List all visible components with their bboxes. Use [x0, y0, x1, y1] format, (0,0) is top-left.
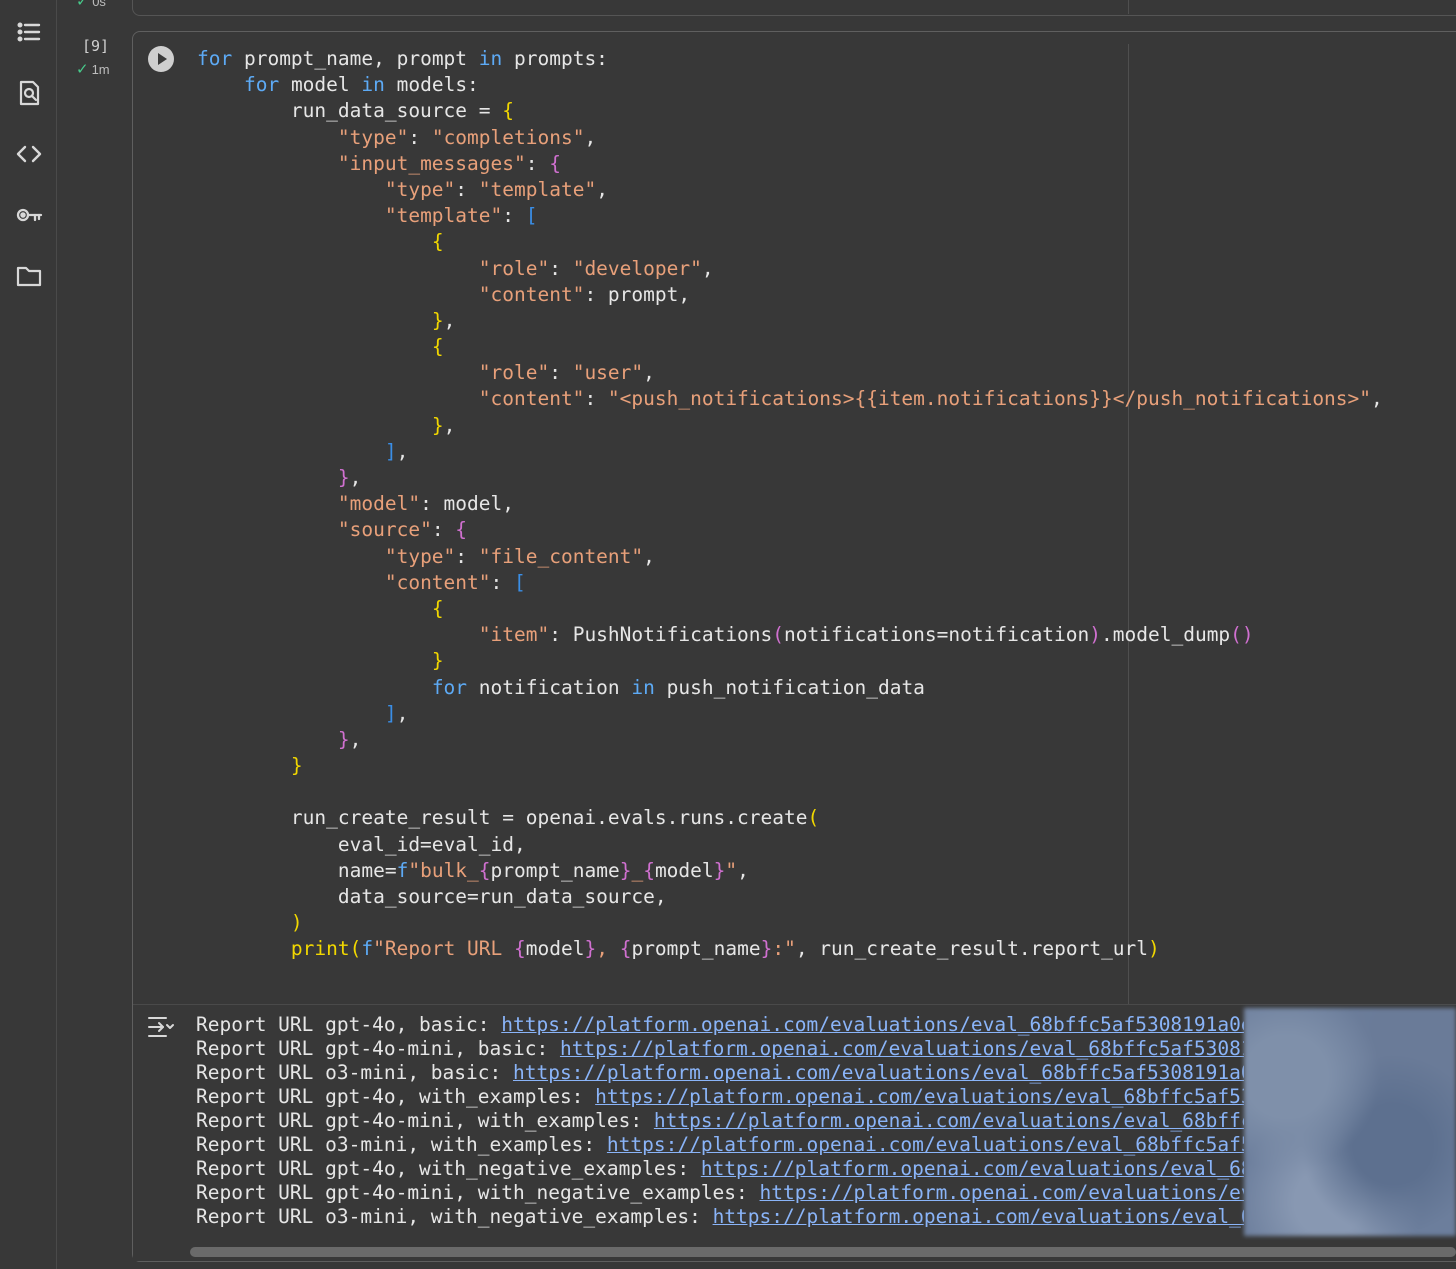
- output-prefix: Report URL gpt-4o, with_examples:: [196, 1085, 596, 1108]
- report-url-link[interactable]: https://platform.openai.com/evaluations/…: [654, 1109, 1244, 1132]
- code-line: "type": "completions",: [337, 125, 597, 149]
- code-line: },: [431, 413, 456, 437]
- output-prefix: Report URL gpt-4o-mini, with_negative_ex…: [196, 1181, 760, 1204]
- report-url-link[interactable]: https://platform.openai.com/evaluations/…: [701, 1157, 1244, 1180]
- code-line: data_source=run_data_source,: [197, 885, 667, 908]
- report-url-link[interactable]: https://platform.openai.com/evaluations/…: [760, 1181, 1244, 1204]
- report-url-link[interactable]: https://platform.openai.com/evaluations/…: [607, 1133, 1244, 1156]
- previous-code-cell[interactable]: [132, 0, 1456, 16]
- code-line: ): [290, 911, 303, 935]
- report-url-link[interactable]: https://platform.openai.com/evaluations/…: [560, 1037, 1244, 1060]
- horizontal-scrollbar[interactable]: [190, 1247, 1456, 1257]
- output-line: Report URL o3-mini, with_negative_exampl…: [196, 1205, 1244, 1229]
- output-line: Report URL gpt-4o-mini, basic: https://p…: [196, 1037, 1244, 1061]
- code-line: }: [290, 754, 303, 778]
- code-line: "content": [: [384, 570, 526, 594]
- execution-time: ✓ 1m: [76, 60, 110, 78]
- code-line: for prompt_name, prompt in prompts:: [197, 47, 608, 70]
- code-line: "model": model,: [337, 492, 514, 516]
- code-line: "role": "developer",: [478, 256, 714, 280]
- output-prefix: Report URL o3-mini, with_negative_exampl…: [196, 1205, 713, 1228]
- report-url-link[interactable]: https://platform.openai.com/evaluations/…: [713, 1205, 1244, 1228]
- secrets-key-icon[interactable]: [12, 198, 46, 232]
- output-line: Report URL gpt-4o-mini, with_negative_ex…: [196, 1181, 1244, 1205]
- code-line: name=f"bulk_{prompt_name}_{model}",: [197, 858, 749, 882]
- line-length-ruler: [1128, 0, 1129, 14]
- code-line: for notification in push_notification_da…: [431, 675, 925, 699]
- check-icon: ✓: [76, 61, 89, 78]
- redacted-area: [1244, 1008, 1456, 1236]
- code-editor[interactable]: for prompt_name, prompt in prompts: for …: [197, 46, 1383, 963]
- code-line: },: [337, 727, 362, 751]
- left-sidebar: [0, 0, 57, 1269]
- code-line: },: [337, 466, 362, 489]
- code-line: "template": [: [384, 204, 538, 228]
- previous-cell-exec-time: ✓ 0s: [76, 0, 106, 10]
- code-line: },: [431, 308, 456, 332]
- report-url-link[interactable]: https://platform.openai.com/evaluations/…: [595, 1085, 1244, 1108]
- code-line: {: [431, 335, 444, 359]
- output-prefix: Report URL gpt-4o, with_negative_example…: [196, 1157, 701, 1180]
- code-line: {: [431, 230, 444, 254]
- code-line: ],: [384, 439, 409, 463]
- code-line: run_data_source = {: [197, 99, 514, 123]
- table-of-contents-icon[interactable]: [12, 15, 46, 49]
- output-prefix: Report URL o3-mini, basic:: [196, 1061, 513, 1084]
- run-cell-button[interactable]: [148, 46, 174, 72]
- find-replace-icon[interactable]: [12, 76, 46, 110]
- code-line: run_create_result = openai.evals.runs.cr…: [197, 806, 820, 830]
- report-url-link[interactable]: https://platform.openai.com/evaluations/…: [501, 1013, 1244, 1036]
- execution-time-label: 1m: [91, 61, 110, 77]
- output-text: Report URL gpt-4o, basic: https://platfo…: [196, 1013, 1244, 1229]
- output-prefix: Report URL gpt-4o-mini, with_examples:: [196, 1109, 654, 1132]
- code-line: "source": {: [337, 518, 468, 542]
- output-line: Report URL o3-mini, with_examples: https…: [196, 1133, 1244, 1157]
- code-line: {: [431, 596, 444, 620]
- code-line: "input_messages": {: [337, 151, 561, 175]
- output-prefix: Report URL gpt-4o-mini, basic:: [196, 1037, 560, 1060]
- code-snippets-icon[interactable]: [12, 137, 46, 171]
- code-line: "role": "user",: [478, 361, 655, 385]
- check-icon: ✓: [76, 0, 89, 10]
- code-line: ],: [384, 701, 409, 725]
- output-prefix: Report URL gpt-4o, basic:: [196, 1013, 502, 1036]
- output-line: Report URL gpt-4o, with_examples: https:…: [196, 1085, 1244, 1109]
- output-line: Report URL o3-mini, basic: https://platf…: [196, 1061, 1244, 1085]
- code-line: "content": prompt,: [478, 282, 691, 306]
- execution-count: [9]: [82, 37, 110, 55]
- output-prefix: Report URL o3-mini, with_examples:: [196, 1133, 607, 1156]
- output-line: Report URL gpt-4o, basic: https://platfo…: [196, 1013, 1244, 1037]
- code-line: "type": "template",: [384, 177, 608, 201]
- code-line: "item": PushNotifications(notifications=…: [478, 623, 1254, 647]
- code-line: for model in models:: [243, 73, 479, 97]
- output-line: Report URL gpt-4o-mini, with_examples: h…: [196, 1109, 1244, 1133]
- report-url-link[interactable]: https://platform.openai.com/evaluations/…: [513, 1061, 1244, 1084]
- output-line: Report URL gpt-4o, with_negative_example…: [196, 1157, 1244, 1181]
- code-line: "content": "<push_notifications>{{item.n…: [478, 387, 1383, 411]
- code-line: print(f"Report URL {model}, {prompt_name…: [290, 937, 1160, 961]
- code-line: "type": "file_content",: [384, 544, 655, 568]
- code-line: eval_id=eval_id,: [197, 832, 526, 856]
- files-folder-icon[interactable]: [12, 259, 46, 293]
- code-line: }: [431, 649, 444, 673]
- output-actions-icon[interactable]: [146, 1014, 176, 1042]
